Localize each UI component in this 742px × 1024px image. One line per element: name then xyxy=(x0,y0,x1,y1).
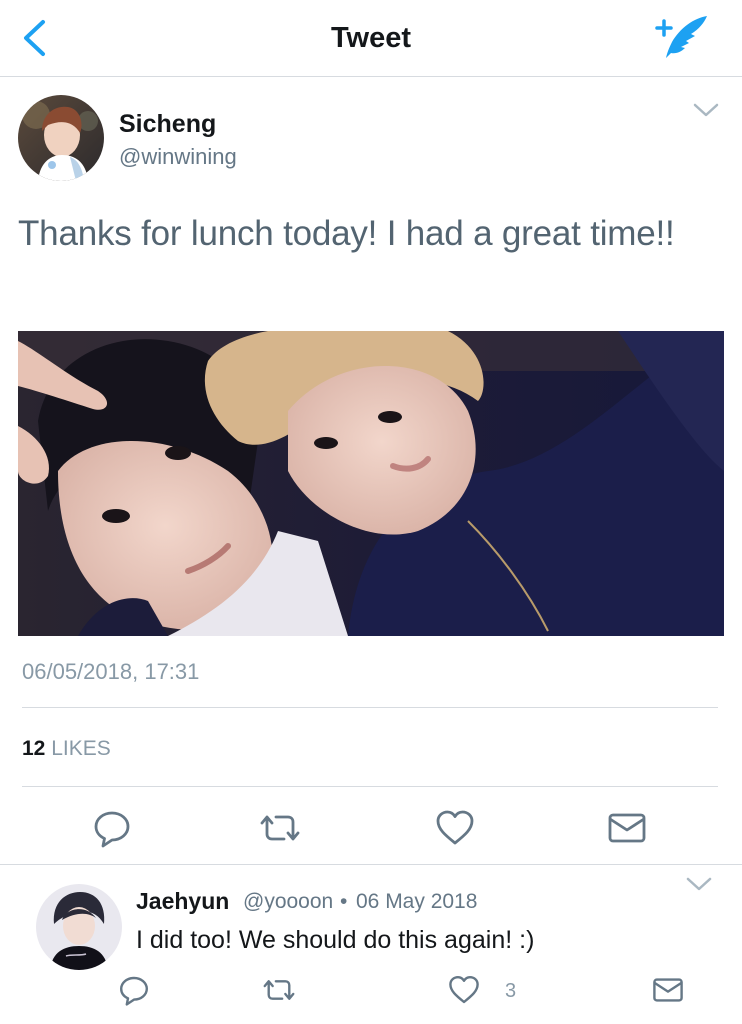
reply-text: I did too! We should do this again! :) xyxy=(136,926,535,954)
chevron-down-icon[interactable] xyxy=(691,100,721,120)
reply-like-count: 3 xyxy=(505,980,517,1002)
chevron-down-icon[interactable] xyxy=(684,874,714,894)
author-handle[interactable]: @winwining xyxy=(119,144,237,170)
reply-date: 06 May 2018 xyxy=(356,890,478,913)
reply-avatar[interactable] xyxy=(36,884,122,970)
likes-label: LIKES xyxy=(51,737,111,760)
divider xyxy=(0,864,742,865)
like-icon[interactable] xyxy=(435,808,475,848)
divider xyxy=(22,786,718,787)
tweet-text: Thanks for lunch today! I had a great ti… xyxy=(18,214,675,253)
reply-icon[interactable] xyxy=(118,974,150,1006)
compose-tweet-icon[interactable] xyxy=(650,12,712,62)
meta-separator: • xyxy=(340,890,348,913)
direct-message-icon[interactable] xyxy=(607,808,647,848)
like-icon[interactable] xyxy=(448,974,480,1006)
likes-summary[interactable]: 12 LIKES xyxy=(22,737,111,761)
direct-message-icon[interactable] xyxy=(652,974,684,1006)
retweet-icon[interactable] xyxy=(256,808,304,848)
tweet-timestamp: 06/05/2018, 17:31 xyxy=(22,659,200,684)
divider xyxy=(22,707,718,708)
reply-author-handle[interactable]: @yoooon xyxy=(243,890,333,914)
author-name[interactable]: Sicheng xyxy=(119,110,216,139)
author-avatar[interactable] xyxy=(18,95,104,181)
retweet-icon[interactable] xyxy=(260,974,298,1006)
navigation-bar: Tweet xyxy=(0,0,742,77)
reply-author-name[interactable]: Jaehyun xyxy=(136,888,229,915)
likes-count: 12 xyxy=(22,737,46,760)
tweet-photo[interactable] xyxy=(18,331,724,636)
reply-icon[interactable] xyxy=(92,808,132,848)
page-title: Tweet xyxy=(330,22,412,54)
